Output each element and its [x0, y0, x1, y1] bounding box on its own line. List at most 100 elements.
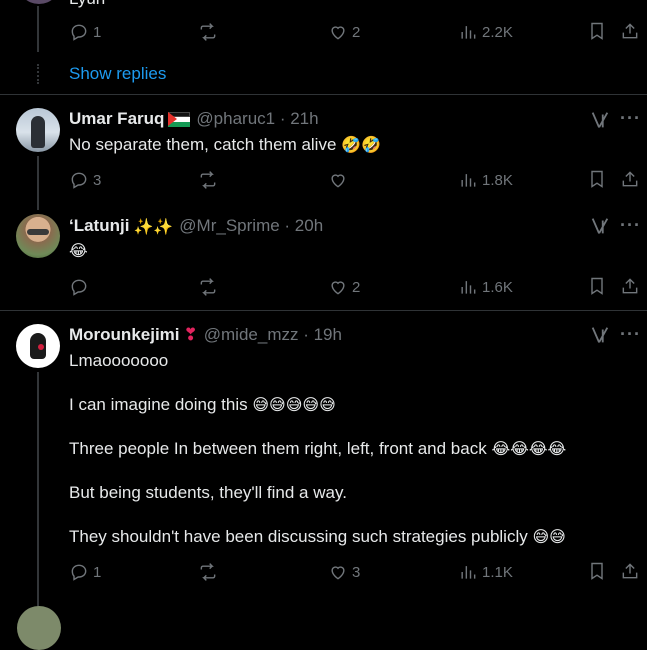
reply-icon	[71, 24, 87, 41]
more-icon[interactable]: ···	[620, 215, 641, 236]
like-button[interactable]: 2	[328, 277, 360, 297]
more-icon[interactable]: ···	[620, 108, 641, 129]
like-count: 2	[352, 23, 361, 41]
tweet-line-text: I can imagine doing this	[69, 395, 248, 414]
avatar-heart	[38, 344, 44, 350]
reply-button[interactable]: 3	[69, 170, 101, 190]
grok-icon[interactable]	[589, 215, 611, 237]
like-icon	[331, 26, 345, 40]
thread-line	[37, 372, 39, 613]
heart-exclamation-icon: ❣	[183, 325, 198, 345]
grok-icon[interactable]	[589, 109, 611, 131]
tweet-line-text: Lmaooooooo	[69, 351, 169, 370]
share-button[interactable]	[620, 169, 640, 194]
views-button[interactable]: 1.6K	[458, 277, 513, 297]
bookmark-icon	[591, 277, 603, 295]
repost-button[interactable]	[198, 562, 218, 582]
view-count: 2.2K	[482, 23, 513, 41]
display-name[interactable]: Morounkejimi	[69, 325, 180, 345]
repost-icon	[200, 278, 216, 296]
like-button[interactable]: 2	[328, 22, 360, 42]
tweet-emoji: 😂😂😂😂	[491, 439, 567, 458]
like-icon	[331, 566, 345, 580]
avatar-figure	[31, 116, 45, 148]
reply-icon	[71, 564, 87, 581]
repost-icon	[200, 171, 216, 189]
display-name[interactable]: ‘Latunji	[69, 216, 129, 236]
views-button[interactable]: 1.8K	[458, 170, 513, 190]
share-icon	[622, 23, 638, 39]
tweet-emoji: 😅😅	[532, 527, 566, 546]
tweet-text: 😂	[69, 241, 88, 261]
avatar-glasses	[27, 229, 49, 235]
bookmark-icon	[591, 562, 603, 580]
reply-count: 1	[93, 23, 102, 41]
tweet-header: Umar Faruq @pharuc1 · 21h	[69, 109, 319, 129]
repost-button[interactable]	[198, 277, 218, 297]
more-icon[interactable]: ···	[620, 324, 641, 345]
thread-line	[37, 156, 39, 210]
reply-icon	[71, 172, 87, 189]
share-button[interactable]	[620, 561, 640, 586]
avatar-morounkejimi[interactable]	[16, 324, 60, 368]
reply-button[interactable]	[69, 277, 93, 297]
grok-icon[interactable]	[589, 324, 611, 346]
bookmark-icon	[591, 22, 603, 40]
views-icon	[461, 566, 476, 579]
reply-count: 3	[93, 171, 102, 189]
tweet-emoji: 🤣🤣	[341, 135, 381, 154]
bookmark-button[interactable]	[587, 276, 607, 301]
avatar-latunji[interactable]	[16, 214, 60, 258]
like-icon	[331, 281, 345, 295]
tweet-line: Three people In between them right, left…	[69, 439, 566, 459]
handle-time[interactable]: @mide_mzz · 19h	[204, 325, 342, 345]
reply-icon	[71, 279, 87, 296]
tweet-emoji: 😅😅😅😅😅	[252, 395, 336, 414]
avatar-umar[interactable]	[16, 108, 60, 152]
palestine-flag-icon	[168, 111, 191, 127]
handle-time[interactable]: @pharuc1 · 21h	[196, 109, 318, 129]
views-icon	[461, 174, 476, 187]
like-count: 2	[352, 278, 361, 296]
tweet-line: Lmaooooooo	[69, 351, 168, 371]
views-icon	[461, 26, 476, 39]
views-button[interactable]: 1.1K	[458, 562, 513, 582]
reply-button[interactable]: 1	[69, 562, 101, 582]
reply-count: 1	[93, 563, 102, 581]
tweet-text-partial: Lyun	[69, 0, 105, 9]
tweet-line-text: But being students, they'll find a way.	[69, 483, 347, 502]
like-button[interactable]	[328, 170, 352, 190]
like-button[interactable]: 3	[328, 562, 360, 582]
share-icon	[622, 278, 638, 294]
share-icon	[622, 563, 638, 579]
share-button[interactable]	[620, 276, 640, 301]
tweet-line: They shouldn't have been discussing such…	[69, 527, 566, 547]
repost-button[interactable]	[198, 170, 218, 190]
view-count: 1.1K	[482, 563, 513, 581]
repost-icon	[200, 563, 216, 581]
display-name[interactable]: Umar Faruq	[69, 109, 164, 129]
view-count: 1.8K	[482, 171, 513, 189]
repost-button[interactable]	[198, 22, 218, 42]
bookmark-button[interactable]	[587, 169, 607, 194]
tweet-line-text: They shouldn't have been discussing such…	[69, 527, 528, 546]
handle-time[interactable]: @Mr_Sprime · 20h	[179, 216, 323, 236]
share-icon	[622, 171, 638, 187]
tweet-line-text: Three people In between them right, left…	[69, 439, 487, 458]
views-icon	[461, 281, 476, 294]
avatar-partial[interactable]	[17, 0, 61, 4]
reply-button[interactable]: 1	[69, 22, 101, 42]
divider	[0, 310, 647, 311]
sparkles-icon: ✨✨	[133, 216, 174, 236]
show-replies-link[interactable]: Show replies	[69, 64, 166, 84]
tweet-line: I can imagine doing this 😅😅😅😅😅	[69, 395, 336, 415]
tweet-header: Morounkejimi ❣ @mide_mzz · 19h	[69, 325, 342, 345]
thread-connector-dotted	[37, 64, 39, 84]
share-button[interactable]	[620, 21, 640, 46]
repost-icon	[200, 23, 216, 41]
bookmark-button[interactable]	[587, 21, 607, 46]
bookmark-button[interactable]	[587, 561, 607, 586]
like-icon	[331, 174, 345, 188]
divider	[0, 94, 647, 95]
views-button[interactable]: 2.2K	[458, 22, 513, 42]
